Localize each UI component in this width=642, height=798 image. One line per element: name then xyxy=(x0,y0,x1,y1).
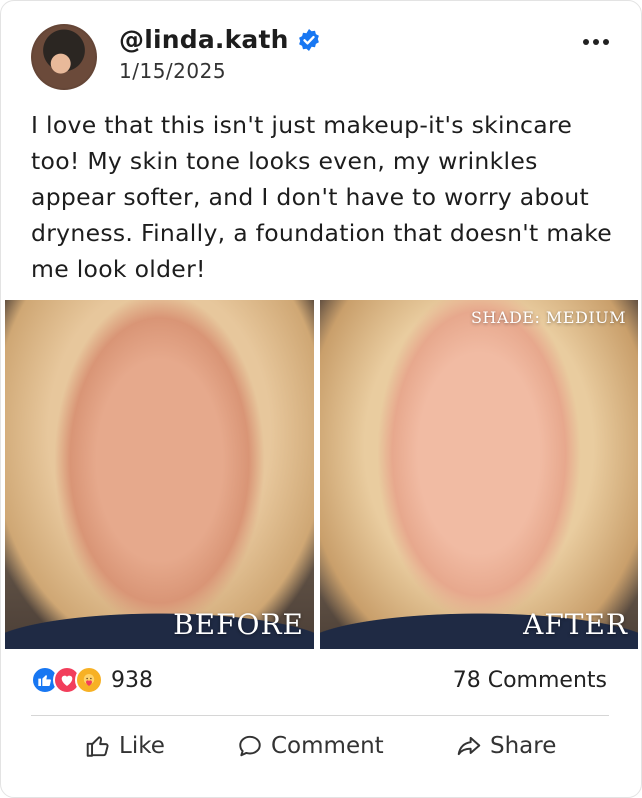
thumbs-up-icon xyxy=(86,736,109,757)
reaction-count: 938 xyxy=(111,667,153,693)
divider xyxy=(31,715,609,716)
before-photo[interactable]: BEFORE xyxy=(5,300,314,649)
verified-badge-icon xyxy=(297,28,321,52)
share-button[interactable]: Share xyxy=(456,733,556,759)
post-card: @linda.kath 1/15/2025 I love that this i… xyxy=(0,0,642,798)
post-stats: 938 78 Comments xyxy=(1,649,641,713)
shade-label: SHADE: MEDIUM xyxy=(470,308,626,327)
after-photo[interactable]: SHADE: MEDIUM AFTER xyxy=(320,300,638,649)
avatar[interactable] xyxy=(31,24,97,90)
share-arrow-icon xyxy=(457,736,481,756)
post-text: I love that this isn't just makeup-it's … xyxy=(31,111,613,283)
after-label: AFTER xyxy=(523,608,628,641)
comment-label: Comment xyxy=(271,733,384,759)
comment-button[interactable]: Comment xyxy=(237,733,384,759)
post-header: @linda.kath 1/15/2025 xyxy=(1,1,641,101)
like-button[interactable]: Like xyxy=(85,733,165,759)
post-media[interactable]: BEFORE SHADE: MEDIUM AFTER xyxy=(5,300,638,649)
author-row: @linda.kath xyxy=(119,25,321,54)
comments-count-link[interactable]: 78 Comments xyxy=(453,668,607,693)
more-options-icon[interactable] xyxy=(583,37,611,47)
like-label: Like xyxy=(119,733,165,759)
comment-bubble-icon xyxy=(239,735,261,757)
post-actions: Like Comment Share xyxy=(1,717,641,787)
share-label: Share xyxy=(490,733,557,759)
before-label: BEFORE xyxy=(173,608,304,641)
author-handle[interactable]: @linda.kath xyxy=(119,25,289,54)
care-icon xyxy=(75,666,103,694)
post-date: 1/15/2025 xyxy=(119,59,227,83)
reactions-summary[interactable]: 938 xyxy=(31,666,153,694)
